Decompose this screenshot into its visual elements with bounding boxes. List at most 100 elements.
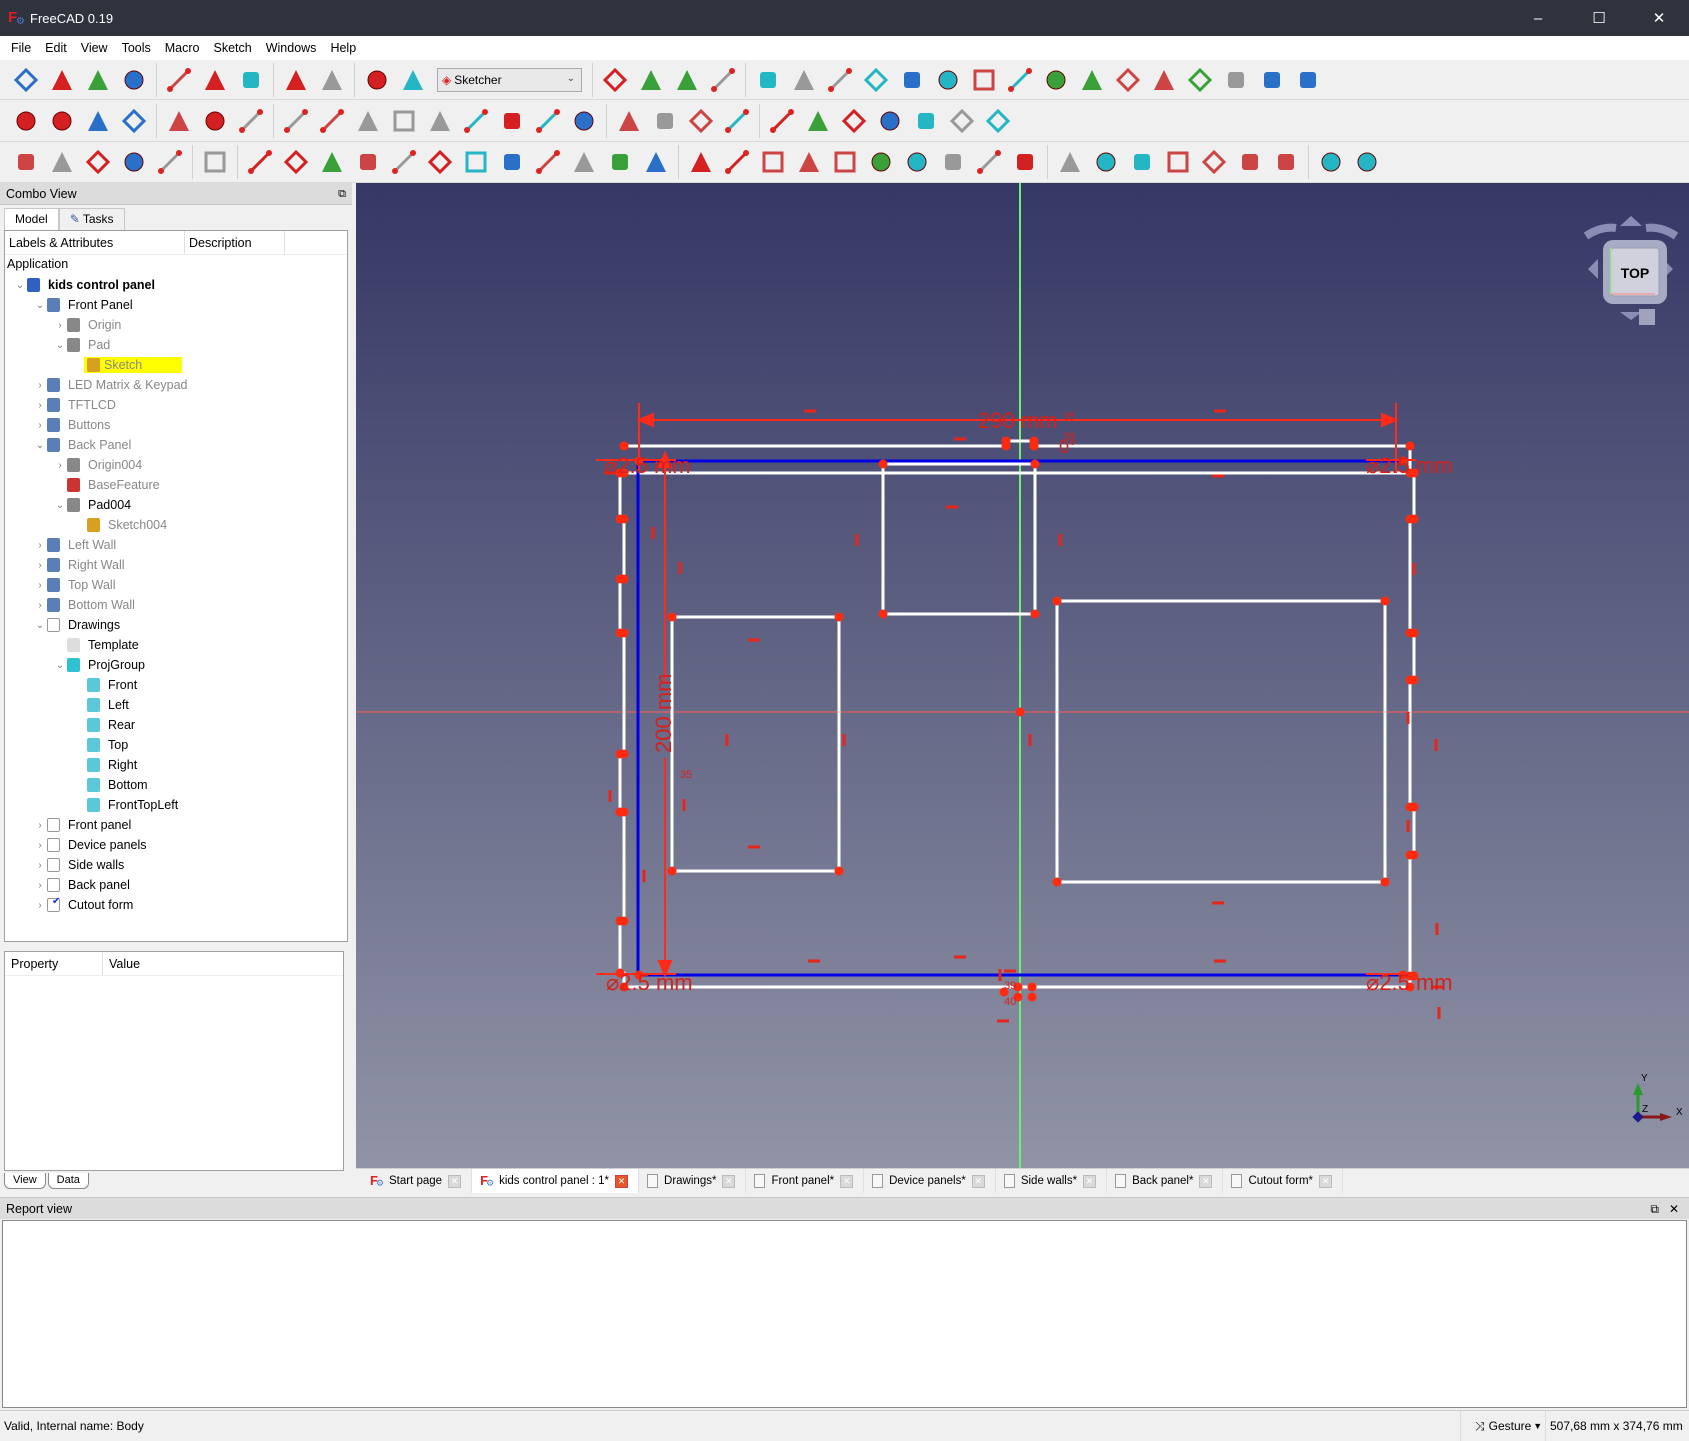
horizontal-constraint-icon[interactable] <box>808 959 820 963</box>
view-section-icon[interactable] <box>944 103 980 139</box>
tree-item[interactable]: Rear <box>73 715 137 735</box>
tree-item[interactable]: ⌄ Front Panel <box>33 295 135 315</box>
menu-windows[interactable]: Windows <box>259 41 324 55</box>
horizontal-icon[interactable] <box>791 144 827 180</box>
tree-item[interactable]: › Origin004 <box>53 455 144 475</box>
select-vertical-icon[interactable] <box>386 144 422 180</box>
top-view-icon[interactable] <box>386 103 422 139</box>
horizontal-constraint-icon[interactable] <box>997 1019 1009 1023</box>
tree-item[interactable]: Left <box>73 695 131 715</box>
column-description[interactable]: Description <box>185 231 285 254</box>
dof-icon[interactable] <box>242 144 278 180</box>
perpendicular-icon[interactable] <box>863 144 899 180</box>
vertical-constraint-icon[interactable] <box>998 969 1002 981</box>
menu-tools[interactable]: Tools <box>115 41 158 55</box>
menu-edit[interactable]: Edit <box>38 41 74 55</box>
cut-icon[interactable] <box>161 62 197 98</box>
sketch-vertex[interactable] <box>1029 441 1039 451</box>
point-on-object-icon[interactable] <box>719 144 755 180</box>
menu-macro[interactable]: Macro <box>158 41 207 55</box>
draw-style-icon[interactable] <box>80 103 116 139</box>
vertical-constraint-icon[interactable] <box>682 799 686 811</box>
diameter-label-top-left[interactable]: ⌀2.5 mm <box>604 453 691 478</box>
tree-item[interactable]: › LED Matrix & Keypad <box>33 375 190 395</box>
sketch-vertex[interactable] <box>619 574 629 584</box>
vertical-constraint-icon[interactable] <box>608 790 612 802</box>
horizontal-constraint-icon[interactable] <box>1212 474 1224 478</box>
width-dimension-label[interactable]: 290 mm <box>978 408 1057 433</box>
tree-item[interactable]: › Side walls <box>33 855 126 875</box>
tree-item[interactable]: ⌄ kids control panel <box>13 275 157 295</box>
tree-item[interactable]: ⌄ Pad <box>53 335 112 355</box>
horizontal-constraint-icon[interactable] <box>1214 409 1226 413</box>
external-geometry-icon[interactable] <box>1218 62 1254 98</box>
bounding-box-icon[interactable] <box>116 103 152 139</box>
remove-axes-icon[interactable] <box>602 144 638 180</box>
sketch-vertex[interactable] <box>619 807 629 817</box>
view-sketch-icon[interactable] <box>908 103 944 139</box>
navigation-style-selector[interactable]: ⤨ Gesture ▼ <box>1460 1411 1542 1441</box>
minimize-button[interactable]: – <box>1515 0 1561 36</box>
document-tab[interactable]: Side walls* ✕ <box>996 1169 1108 1193</box>
measure-icon[interactable] <box>566 103 602 139</box>
chevron-right-icon[interactable]: › <box>33 560 47 571</box>
vertical-constraint-icon[interactable] <box>1435 923 1439 935</box>
diameter-label-bottom-left[interactable]: ⌀2.5 mm <box>606 970 693 995</box>
sketch-vertex[interactable] <box>1052 877 1062 887</box>
undock-icon[interactable]: ⧉ <box>338 183 346 205</box>
block-icon[interactable] <box>1007 144 1043 180</box>
horizontal-distance-icon[interactable] <box>1088 144 1124 180</box>
clone-icon[interactable] <box>494 144 530 180</box>
vertical-constraint-icon[interactable] <box>842 734 846 746</box>
tree-item[interactable]: › Top Wall <box>33 575 117 595</box>
sketch-vertex[interactable] <box>1030 459 1040 469</box>
tree-item[interactable]: Right <box>73 755 139 775</box>
diameter-label-top-right[interactable]: ⌀2.5 mm <box>1366 453 1453 478</box>
sketch-vertex[interactable] <box>619 916 629 926</box>
whats-this-icon[interactable] <box>395 62 431 98</box>
column-property[interactable]: Property <box>5 952 103 975</box>
document-tab[interactable]: Cutout form* ✕ <box>1223 1169 1344 1193</box>
sketch-vertex[interactable] <box>667 612 677 622</box>
sketch-vertex[interactable] <box>667 866 677 876</box>
sketch-vertex[interactable] <box>1052 596 1062 606</box>
rectangle-icon[interactable] <box>1002 62 1038 98</box>
column-value[interactable]: Value <box>103 952 140 975</box>
horizontal-constraint-icon[interactable] <box>946 505 958 509</box>
distance-icon[interactable] <box>1160 144 1196 180</box>
vertical-constraint-icon[interactable] <box>1406 820 1410 832</box>
vertical-constraint-icon[interactable] <box>1434 739 1438 751</box>
carbon-copy-icon[interactable] <box>1254 62 1290 98</box>
column-labels-attributes[interactable]: Labels & Attributes <box>5 231 185 254</box>
chevron-down-icon[interactable]: ⌄ <box>13 280 27 291</box>
symmetry-icon[interactable] <box>458 144 494 180</box>
maximize-button[interactable]: ☐ <box>1576 0 1622 36</box>
tab-model[interactable]: Model <box>4 208 59 230</box>
tree-item[interactable]: Sketch <box>73 355 183 375</box>
mirror-sketch-icon[interactable] <box>872 103 908 139</box>
circle-icon[interactable] <box>858 62 894 98</box>
tree-item[interactable]: Front <box>73 675 139 695</box>
tree-item[interactable]: › Back panel <box>33 875 132 895</box>
close-tab-icon[interactable]: ✕ <box>1319 1174 1333 1188</box>
close-tab-icon[interactable]: ✕ <box>722 1174 736 1188</box>
chevron-right-icon[interactable]: › <box>33 900 47 911</box>
rect-array-icon[interactable] <box>566 144 602 180</box>
chevron-right-icon[interactable]: › <box>33 400 47 411</box>
polygon-icon[interactable] <box>1038 62 1074 98</box>
sync-view-icon[interactable] <box>278 103 314 139</box>
extend-icon[interactable] <box>1182 62 1218 98</box>
close-icon[interactable]: ✕ <box>1669 1202 1679 1216</box>
open-icon[interactable] <box>44 62 80 98</box>
angle-icon[interactable] <box>1232 144 1268 180</box>
tree-item[interactable]: › Origin <box>53 315 123 335</box>
vertical-constraint-icon[interactable] <box>678 562 682 574</box>
sketch-vertex[interactable] <box>1409 514 1419 524</box>
fit-all-icon[interactable] <box>8 103 44 139</box>
merge-sketch-icon[interactable] <box>836 103 872 139</box>
tree-item[interactable]: › Right Wall <box>33 555 127 575</box>
radius-icon[interactable] <box>1196 144 1232 180</box>
fillet-icon[interactable] <box>1110 62 1146 98</box>
close-tab-icon[interactable]: ✕ <box>1083 1174 1097 1188</box>
coincident-icon[interactable] <box>683 144 719 180</box>
